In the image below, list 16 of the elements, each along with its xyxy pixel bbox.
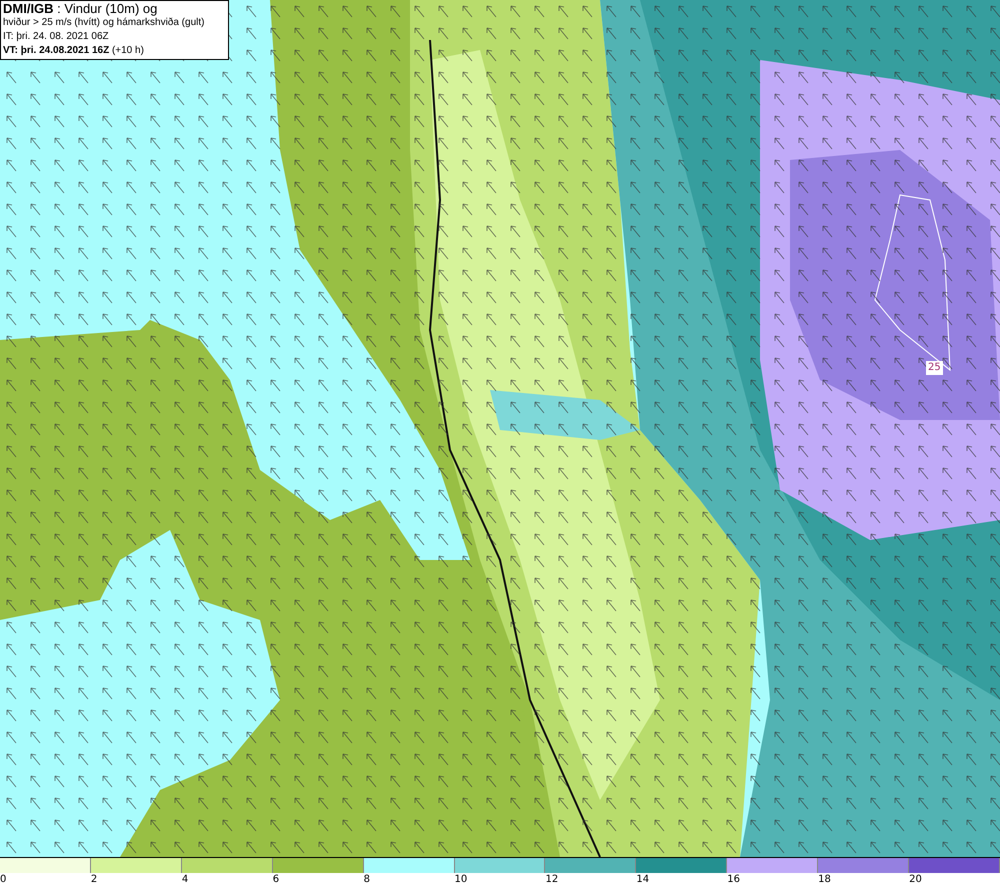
info-text: VT: þri. 24.08.2021 16Z (+10 h) <box>3 44 145 58</box>
legend-label: 2 <box>90 873 98 887</box>
legend-label: 0 <box>0 873 6 887</box>
legend-label: 12 <box>545 873 558 887</box>
contour-label: 25 <box>926 361 943 375</box>
info-text: DMI/IGB : Vindur (10m) og <box>3 2 158 16</box>
info-text: hviður > 25 m/s (hvítt) og hámarkshviða (gult) <box>3 16 206 30</box>
info-text: IT: þri. 24. 08. 2021 06Z <box>3 30 110 44</box>
legend-label: 20 <box>909 873 922 887</box>
legend-label: 4 <box>182 873 188 887</box>
legend-label: 18 <box>818 873 831 887</box>
legend-label: 14 <box>636 873 650 887</box>
legend-label: 16 <box>727 873 740 887</box>
legend-label: 10 <box>454 873 468 887</box>
legend-label: 8 <box>364 873 370 887</box>
legend-label: 6 <box>272 873 280 887</box>
